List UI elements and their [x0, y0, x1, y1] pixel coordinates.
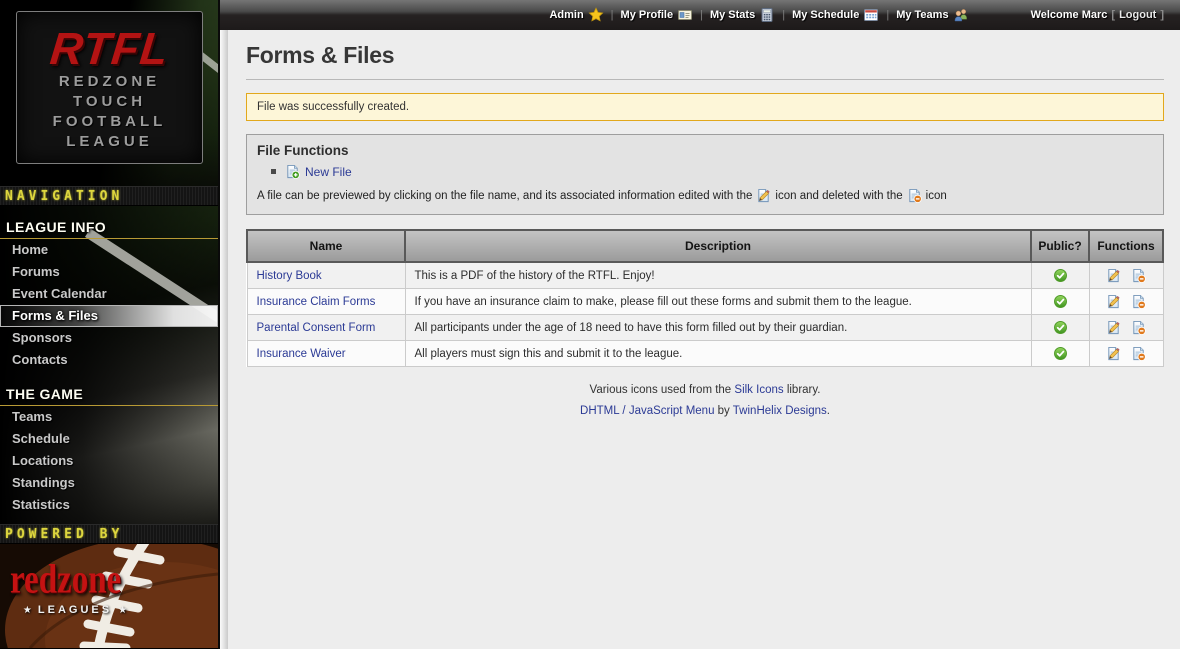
powered-by-label: POWERED BY	[5, 527, 123, 542]
star-icon	[588, 7, 604, 23]
table-row: Insurance Waiver All players must sign t…	[247, 341, 1163, 367]
page-edit-icon[interactable]	[1106, 294, 1121, 309]
sidebar-item-teams[interactable]: Teams	[0, 406, 218, 428]
table-row: Parental Consent Form All participants u…	[247, 315, 1163, 341]
file-functions-panel: File Functions New File A file can be pr…	[246, 134, 1164, 215]
sidebar-item-schedule[interactable]: Schedule	[0, 428, 218, 450]
page-edit-icon[interactable]	[1106, 320, 1121, 335]
accept-check-icon	[1053, 346, 1068, 361]
accept-check-icon	[1053, 320, 1068, 335]
group-icon	[953, 7, 969, 23]
star-glyph: ★	[23, 605, 32, 616]
powered-by-led-bar: POWERED BY	[0, 524, 218, 544]
topbar-separator: |	[886, 9, 889, 21]
sidebar-item-event-calendar[interactable]: Event Calendar	[0, 283, 218, 305]
file-name-link[interactable]: Parental Consent Form	[257, 322, 376, 334]
league-logo-section: RTFL REDZONE TOUCH FOOTBALL LEAGUE	[0, 0, 218, 186]
silk-icons-link[interactable]: Silk Icons	[734, 384, 783, 396]
content-left-edge	[220, 30, 228, 649]
flash-success-message: File was successfully created.	[246, 93, 1164, 121]
page-edit-icon[interactable]	[1106, 268, 1121, 283]
file-name-link[interactable]: History Book	[257, 270, 322, 282]
league-logo-line: REDZONE	[17, 72, 202, 92]
twinhelix-credit: DHTML / JavaScript Menu by TwinHelix Des…	[246, 405, 1164, 417]
redzone-leagues-logo[interactable]: redzone ★ LEAGUES ★	[0, 544, 218, 648]
league-logo-line: FOOTBALL	[17, 112, 202, 132]
page-delete-icon[interactable]	[1131, 268, 1146, 283]
sidebar: RTFL REDZONE TOUCH FOOTBALL LEAGUE NAVIG…	[0, 0, 220, 649]
topbar-logout-link[interactable]: Logout	[1119, 9, 1156, 21]
file-name-link[interactable]: Insurance Waiver	[257, 348, 346, 360]
main-content: Forms & Files File was successfully crea…	[228, 30, 1180, 649]
files-table: Name Description Public? Functions Histo…	[246, 229, 1164, 367]
calculator-icon	[759, 7, 775, 23]
league-logo-line: LEAGUE	[17, 132, 202, 152]
menu-section-league-info: LEAGUE INFO	[0, 216, 218, 239]
page-delete-icon[interactable]	[1131, 320, 1146, 335]
logout-bracket: [	[1111, 9, 1115, 21]
sidebar-item-forms-files[interactable]: Forms & Files	[0, 305, 218, 327]
sidebar-item-statistics[interactable]: Statistics	[0, 494, 218, 516]
file-description: All participants under the age of 18 nee…	[405, 315, 1031, 341]
page-edit-icon[interactable]	[1106, 346, 1121, 361]
topbar-separator: |	[700, 9, 703, 21]
table-row: Insurance Claim Forms If you have an ins…	[247, 289, 1163, 315]
col-header-name: Name	[247, 230, 405, 262]
vcard-icon	[677, 7, 693, 23]
redzone-brand-text: redzone	[10, 560, 121, 601]
silk-icons-credit: Various icons used from the Silk Icons l…	[246, 384, 1164, 396]
file-description: All players must sign this and submit it…	[405, 341, 1031, 367]
col-header-functions: Functions	[1089, 230, 1163, 262]
sidebar-item-forums[interactable]: Forums	[0, 261, 218, 283]
bullet-square-icon	[271, 169, 276, 174]
sidebar-item-home[interactable]: Home	[0, 239, 218, 261]
file-description: If you have an insurance claim to make, …	[405, 289, 1031, 315]
accept-check-icon	[1053, 268, 1068, 283]
sidebar-item-standings[interactable]: Standings	[0, 472, 218, 494]
topbar: Admin | My Profile | My Stats | My Sched…	[220, 0, 1180, 30]
col-header-public: Public?	[1031, 230, 1089, 262]
page-delete-icon	[907, 188, 922, 203]
calendar-icon	[863, 7, 879, 23]
topbar-separator: |	[782, 9, 785, 21]
sidebar-item-locations[interactable]: Locations	[0, 450, 218, 472]
sidebar-item-sponsors[interactable]: Sponsors	[0, 327, 218, 349]
file-name-link[interactable]: Insurance Claim Forms	[257, 296, 376, 308]
topbar-separator: |	[611, 9, 614, 21]
topbar-admin-link[interactable]: Admin	[549, 7, 603, 23]
page-title: Forms & Files	[246, 38, 1164, 80]
navigation-led-bar: NAVIGATION	[0, 186, 218, 206]
twinhelix-link[interactable]: TwinHelix Designs	[733, 405, 827, 417]
dhtml-menu-link[interactable]: DHTML / JavaScript Menu	[580, 405, 714, 417]
footer-credits: Various icons used from the Silk Icons l…	[246, 384, 1164, 417]
accept-check-icon	[1053, 294, 1068, 309]
topbar-my-stats-link[interactable]: My Stats	[710, 7, 775, 23]
league-logo-line: TOUCH	[17, 92, 202, 112]
topbar-my-teams-link[interactable]: My Teams	[896, 7, 968, 23]
topbar-my-schedule-link[interactable]: My Schedule	[792, 7, 879, 23]
page-delete-icon[interactable]	[1131, 346, 1146, 361]
new-file-link[interactable]: New File	[305, 165, 352, 179]
page-edit-icon	[756, 188, 771, 203]
page-add-icon	[285, 164, 300, 179]
navigation-label: NAVIGATION	[5, 189, 123, 204]
welcome-user-text: Welcome Marc	[1031, 9, 1108, 21]
col-header-description: Description	[405, 230, 1031, 262]
file-description: This is a PDF of the history of the RTFL…	[405, 262, 1031, 289]
sidebar-item-contacts[interactable]: Contacts	[0, 349, 218, 371]
star-glyph: ★	[118, 605, 127, 616]
file-functions-title: File Functions	[257, 143, 1153, 158]
table-header-row: Name Description Public? Functions	[247, 230, 1163, 262]
topbar-my-profile-link[interactable]: My Profile	[621, 7, 694, 23]
menu-section-the-game: THE GAME	[0, 383, 218, 406]
sidebar-menu: LEAGUE INFO Home Forums Event Calendar F…	[0, 206, 218, 524]
table-row: History Book This is a PDF of the histor…	[247, 262, 1163, 289]
new-file-item: New File	[271, 164, 1153, 179]
logout-bracket: ]	[1160, 9, 1164, 21]
league-logo[interactable]: RTFL REDZONE TOUCH FOOTBALL LEAGUE	[16, 11, 203, 164]
file-functions-note: A file can be previewed by clicking on t…	[257, 188, 1153, 203]
league-logo-acronym: RTFL	[15, 26, 205, 72]
page-delete-icon[interactable]	[1131, 294, 1146, 309]
redzone-leagues-text: ★ LEAGUES ★	[10, 604, 140, 616]
